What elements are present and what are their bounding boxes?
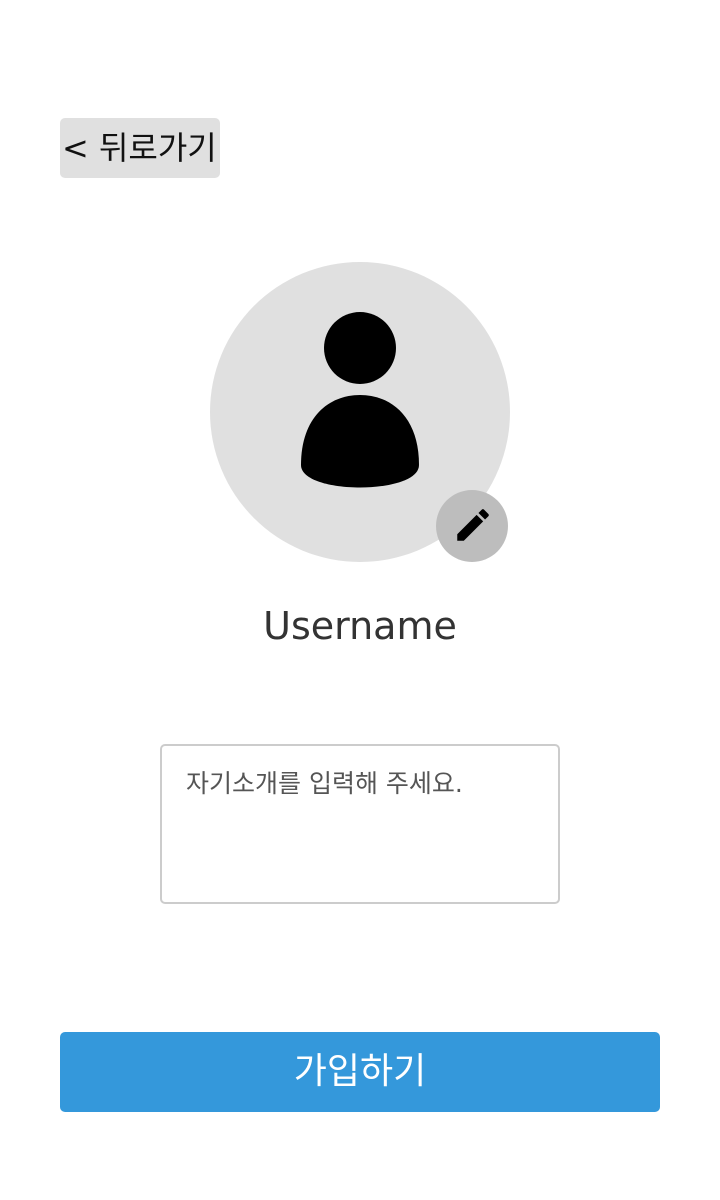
username: Username bbox=[263, 604, 457, 648]
edit-avatar-button[interactable] bbox=[436, 490, 508, 562]
back-button[interactable]: < 뒤로가기 bbox=[60, 118, 220, 178]
pencil-icon bbox=[457, 509, 489, 541]
signup-button[interactable]: 가입하기 bbox=[60, 1032, 660, 1112]
bio-input[interactable] bbox=[160, 744, 560, 904]
